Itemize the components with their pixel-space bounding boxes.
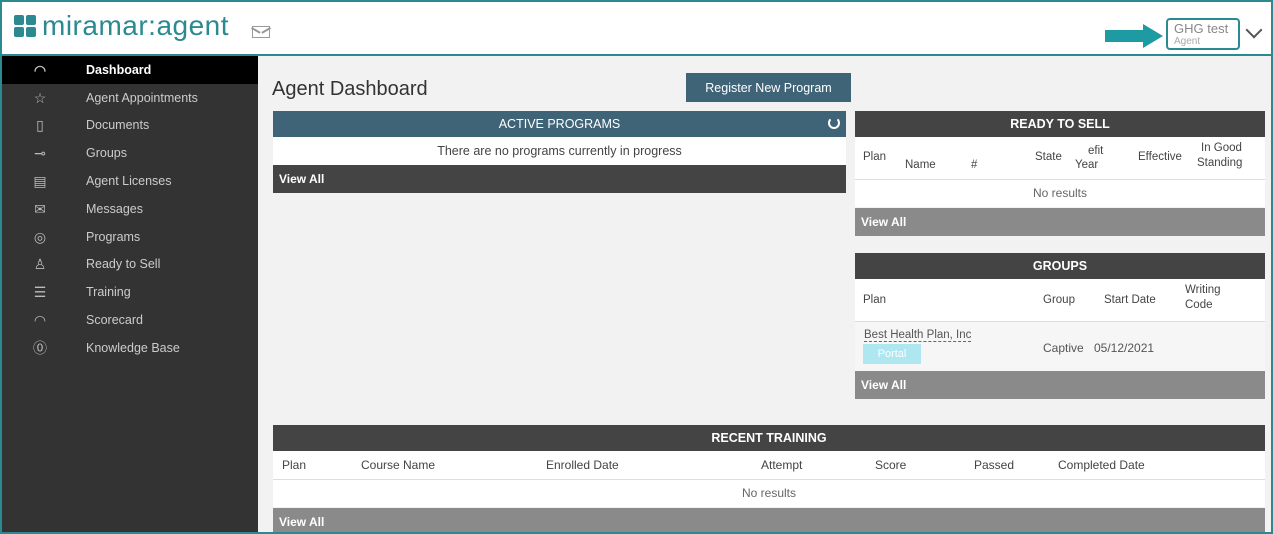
sidebar-item-label: Agent Appointments: [86, 90, 198, 105]
star-icon: ☆: [33, 89, 47, 106]
groups-columns: Plan Group Start Date Writing Code: [855, 279, 1265, 322]
user-menu[interactable]: GHG test Agent: [1166, 18, 1240, 50]
ready-to-sell-header: READY TO SELL: [855, 111, 1265, 137]
ready-to-sell-view-all[interactable]: View All: [855, 208, 1265, 236]
sidebar-item-label: Scorecard: [86, 313, 143, 328]
logo-grid-icon: [14, 15, 36, 37]
recent-training-empty: No results: [273, 480, 1265, 507]
license-icon: ▤: [33, 173, 47, 190]
groups-header: GROUPS: [855, 253, 1265, 279]
column-header[interactable]: #: [971, 159, 977, 171]
user-role: Agent: [1174, 36, 1201, 47]
register-new-program-button[interactable]: Register New Program: [686, 73, 851, 102]
column-header[interactable]: Effective: [1138, 151, 1182, 163]
active-programs-view-all[interactable]: View All: [273, 165, 846, 193]
table-row: Best Health Plan, Inc Portal Captive 05/…: [855, 322, 1265, 371]
column-header[interactable]: Course Name: [361, 458, 435, 472]
sidebar-item-ready-to-sell[interactable]: ♙ Ready to Sell: [2, 251, 258, 279]
sidebar-item-label: Training: [86, 285, 131, 300]
ready-to-sell-empty: No results: [855, 180, 1265, 207]
sidebar-item-label: Agent Licenses: [86, 174, 172, 189]
sidebar-item-messages[interactable]: ✉ Messages: [2, 195, 258, 223]
eye-icon: ◎: [33, 228, 47, 245]
sidebar-item-training[interactable]: ☰ Training: [2, 278, 258, 306]
envelope-icon: ✉: [34, 200, 46, 217]
column-header[interactable]: Plan: [282, 458, 306, 472]
gauge-icon: ◠: [33, 312, 47, 329]
logo[interactable]: miramar:agent: [14, 12, 229, 40]
column-header[interactable]: Plan: [863, 294, 886, 306]
top-bar: miramar:agent GHG test Agent: [2, 2, 1271, 56]
sidebar-item-documents[interactable]: ▯ Documents: [2, 112, 258, 140]
column-header[interactable]: Name: [905, 159, 936, 171]
mail-icon[interactable]: [252, 26, 270, 38]
groups-view-all[interactable]: View All: [855, 371, 1265, 399]
column-header[interactable]: Start Date: [1104, 294, 1156, 306]
column-header[interactable]: Completed Date: [1058, 458, 1145, 472]
column-header[interactable]: Score: [875, 458, 906, 472]
page-title: Agent Dashboard: [272, 78, 428, 100]
list-icon: ☰: [33, 284, 47, 301]
sidebar-item-label: Documents: [86, 118, 150, 133]
main-content: Agent Dashboard Register New Program ACT…: [258, 56, 1271, 532]
group-start-date: 05/12/2021: [1094, 341, 1155, 355]
user-name: GHG test: [1174, 21, 1229, 36]
sidebar-item-groups[interactable]: ⊸ Groups: [2, 139, 258, 167]
group-type: Captive: [1043, 341, 1084, 355]
active-programs-empty: There are no programs currently in progr…: [273, 137, 846, 165]
column-header[interactable]: Code: [1185, 299, 1213, 311]
sidebar-item-label: Dashboard: [86, 62, 152, 77]
sidebar-item-label: Ready to Sell: [86, 257, 161, 272]
sidebar-item-label: Programs: [86, 229, 141, 244]
sidebar-item-knowledge-base[interactable]: ⓪ Knowledge Base: [2, 334, 258, 362]
sidebar-item-scorecard[interactable]: ◠ Scorecard: [2, 306, 258, 334]
sidebar-item-label: Groups: [86, 146, 127, 161]
sidebar-item-dashboard[interactable]: ◠ Dashboard: [2, 56, 258, 84]
thumbs-up-icon: ♙: [33, 256, 47, 273]
column-header[interactable]: State: [1035, 151, 1062, 163]
column-header[interactable]: In Good: [1201, 142, 1242, 154]
column-header[interactable]: Group: [1043, 294, 1075, 306]
app-frame: miramar:agent GHG test Agent ◠ Dashboard…: [0, 0, 1273, 534]
column-header[interactable]: Writing: [1185, 284, 1221, 296]
key-icon: ⊸: [34, 145, 46, 162]
portal-button[interactable]: Portal: [863, 344, 921, 364]
gauge-icon: ◠: [33, 61, 47, 78]
column-header[interactable]: Attempt: [761, 458, 802, 472]
sidebar-item-label: Messages: [86, 201, 143, 216]
recent-training-columns: Plan Course Name Enrolled Date Attempt S…: [273, 451, 1265, 480]
arrow-right-icon: [1105, 24, 1163, 48]
column-header[interactable]: Plan: [863, 151, 886, 163]
active-programs-header: ACTIVE PROGRAMS: [273, 111, 846, 137]
column-header[interactable]: efit: [1088, 145, 1103, 157]
group-plan-name: Best Health Plan, Inc: [864, 329, 972, 342]
column-header[interactable]: Passed: [974, 458, 1014, 472]
sidebar-item-agent-appointments[interactable]: ☆ Agent Appointments: [2, 84, 258, 112]
question-icon: ⓪: [33, 339, 47, 356]
sidebar-item-agent-licenses[interactable]: ▤ Agent Licenses: [2, 167, 258, 195]
recent-training-header: RECENT TRAINING: [273, 425, 1265, 451]
document-icon: ▯: [36, 117, 44, 134]
column-header[interactable]: Year: [1075, 159, 1098, 171]
brand-name: miramar:agent: [42, 10, 230, 41]
ready-to-sell-columns: Plan Name # State efit Year Effective In…: [855, 137, 1265, 180]
recent-training-view-all[interactable]: View All: [273, 508, 1265, 532]
active-programs-title: ACTIVE PROGRAMS: [498, 117, 621, 131]
sidebar: ◠ Dashboard ☆ Agent Appointments ▯ Docum…: [2, 56, 258, 532]
sidebar-item-programs[interactable]: ◎ Programs: [2, 223, 258, 251]
column-header[interactable]: Standing: [1197, 157, 1242, 169]
chevron-down-icon[interactable]: [1245, 21, 1263, 39]
refresh-icon[interactable]: [828, 117, 840, 129]
sidebar-item-label: Knowledge Base: [86, 340, 180, 355]
column-header[interactable]: Enrolled Date: [546, 458, 619, 472]
